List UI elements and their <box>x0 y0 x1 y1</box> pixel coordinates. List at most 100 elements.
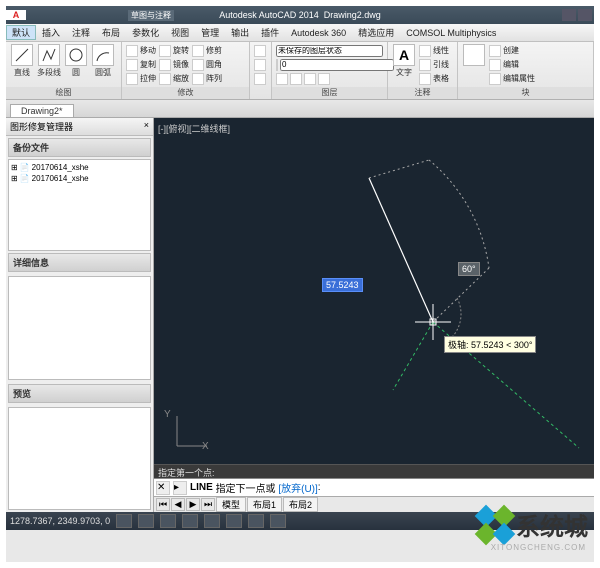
lineweight-icon[interactable] <box>254 73 266 85</box>
grid-toggle[interactable] <box>138 514 154 528</box>
qat-open-icon[interactable] <box>46 9 58 21</box>
linear-dim-tool[interactable]: 线性 <box>419 44 449 57</box>
command-name: LINE <box>190 482 213 493</box>
tab-nav-next[interactable]: ▶ <box>186 498 200 511</box>
quick-access-toolbar <box>30 9 122 21</box>
layer-tool-icon[interactable] <box>276 73 288 85</box>
layer-bulb-icon[interactable] <box>276 59 278 71</box>
file-icon: 📄 <box>20 163 30 172</box>
command-line[interactable]: ✕ ▸ LINE 指定下一点或 [放弃(U)] : <box>154 478 594 496</box>
axis-y-label: Y <box>164 409 171 420</box>
block-insert-tool[interactable] <box>462 44 486 66</box>
details-area <box>8 276 151 380</box>
line-tool[interactable]: 直线 <box>10 44 34 78</box>
tab-nav-first[interactable]: ⏮ <box>156 498 170 511</box>
snap-toggle[interactable] <box>116 514 132 528</box>
qat-print-icon[interactable] <box>110 9 122 21</box>
lwt-toggle[interactable] <box>270 514 286 528</box>
tab-manage[interactable]: 管理 <box>195 26 225 39</box>
tab-output[interactable]: 输出 <box>225 26 255 39</box>
layer-state-dropdown[interactable] <box>276 45 383 57</box>
tab-plugins[interactable]: 插件 <box>255 26 285 39</box>
model-layout-tabs: ⏮ ◀ ▶ ⏭ 模型 布局1 布局2 <box>154 496 594 512</box>
ribbon-tabs: 默认 插入 注释 布局 参数化 视图 管理 输出 插件 Autodesk 360… <box>6 24 594 42</box>
tab-nav-prev[interactable]: ◀ <box>171 498 185 511</box>
layer-tool2-icon[interactable] <box>290 73 302 85</box>
stretch-tool[interactable]: 拉伸 <box>126 72 156 85</box>
layer-tool3-icon[interactable] <box>304 73 316 85</box>
workspace-dropdown[interactable]: 草图与注释 <box>128 10 174 21</box>
text-tool[interactable]: A文字 <box>392 44 416 78</box>
ribbon-panel-props <box>250 42 272 99</box>
tab-insert[interactable]: 插入 <box>36 26 66 39</box>
copy-tool[interactable]: 复制 <box>126 58 156 71</box>
tree-node-file1[interactable]: ⊞📄20170614_xshe <box>11 162 148 173</box>
command-chevron-icon[interactable]: ▸ <box>173 481 187 495</box>
fillet-tool[interactable]: 圆角 <box>192 58 222 71</box>
trim-tool[interactable]: 修剪 <box>192 44 222 57</box>
tab-featured[interactable]: 精选应用 <box>352 26 400 39</box>
circle-tool[interactable]: 圆 <box>64 44 88 78</box>
panel-title-annot: 注释 <box>388 87 457 99</box>
command-option[interactable]: [放弃(U)] <box>278 480 317 495</box>
dynamic-distance-input[interactable]: 57.5243 <box>322 278 363 292</box>
linetype-icon[interactable] <box>254 59 266 71</box>
tab-view[interactable]: 视图 <box>165 26 195 39</box>
tab-layout[interactable]: 布局 <box>96 26 126 39</box>
tab-layout2[interactable]: 布局2 <box>283 497 318 512</box>
tab-a360[interactable]: Autodesk 360 <box>285 28 352 38</box>
qat-undo-icon[interactable] <box>78 9 90 21</box>
command-close-icon[interactable]: ✕ <box>156 481 170 495</box>
watermark-url: XITONGCHENG.COM <box>491 543 586 552</box>
maximize-button[interactable] <box>578 9 592 21</box>
minimize-button[interactable] <box>562 9 576 21</box>
block-create-tool[interactable]: 创建 <box>489 44 535 57</box>
title-bar: A 草图与注释 Autodesk AutoCAD 2014 Drawing2.d… <box>6 6 594 24</box>
move-tool[interactable]: 移动 <box>126 44 156 57</box>
file-icon: 📄 <box>20 174 30 183</box>
plus-icon: ⊞ <box>11 174 18 183</box>
ribbon: 直线 多段线 圆 圆弧 绘图 移动 复制 拉伸 旋转 镜像 缩放 <box>6 42 594 100</box>
dyn-toggle[interactable] <box>248 514 264 528</box>
drawing-canvas[interactable]: [-][俯视][二维线框] X <box>154 118 594 464</box>
leader-tool[interactable]: 引线 <box>419 58 449 71</box>
color-swatch-icon[interactable] <box>254 45 266 57</box>
panel-title-modify: 修改 <box>122 87 249 99</box>
block-editattr-tool[interactable]: 编辑属性 <box>489 72 535 85</box>
palette-close-icon[interactable]: × <box>144 120 149 133</box>
palette-section-preview[interactable]: 预览 <box>8 384 151 403</box>
polyline-tool[interactable]: 多段线 <box>37 44 61 78</box>
layer-dropdown[interactable] <box>280 59 394 71</box>
qat-redo-icon[interactable] <box>94 9 106 21</box>
osnap-toggle[interactable] <box>204 514 220 528</box>
tab-comsol[interactable]: COMSOL Multiphysics <box>400 28 502 38</box>
ortho-toggle[interactable] <box>160 514 176 528</box>
rotate-tool[interactable]: 旋转 <box>159 44 189 57</box>
command-text: 指定下一点或 <box>216 480 276 495</box>
layer-tool4-icon[interactable] <box>318 73 330 85</box>
arc-tool[interactable]: 圆弧 <box>91 44 115 78</box>
qat-save-icon[interactable] <box>62 9 74 21</box>
palette-section-backup[interactable]: 备份文件 <box>8 138 151 157</box>
array-tool[interactable]: 阵列 <box>192 72 222 85</box>
file-tab-drawing2[interactable]: Drawing2* <box>10 104 74 117</box>
tree-node-file2[interactable]: ⊞📄20170614_xshe <box>11 173 148 184</box>
tab-parametric[interactable]: 参数化 <box>126 26 165 39</box>
app-logo[interactable]: A <box>6 10 26 20</box>
qat-new-icon[interactable] <box>30 9 42 21</box>
palette-section-details[interactable]: 详细信息 <box>8 253 151 272</box>
tab-model[interactable]: 模型 <box>216 497 246 512</box>
mirror-tool[interactable]: 镜像 <box>159 58 189 71</box>
scale-tool[interactable]: 缩放 <box>159 72 189 85</box>
panel-title-draw: 绘图 <box>6 87 121 99</box>
tab-layout1[interactable]: 布局1 <box>247 497 282 512</box>
otrack-toggle[interactable] <box>226 514 242 528</box>
tab-annotate[interactable]: 注释 <box>66 26 96 39</box>
panel-title-block: 块 <box>458 87 593 99</box>
tab-nav-last[interactable]: ⏭ <box>201 498 215 511</box>
tab-default[interactable]: 默认 <box>6 25 36 40</box>
block-edit-tool[interactable]: 编辑 <box>489 58 535 71</box>
table-tool[interactable]: 表格 <box>419 72 449 85</box>
ribbon-panel-draw: 直线 多段线 圆 圆弧 绘图 <box>6 42 122 99</box>
polar-toggle[interactable] <box>182 514 198 528</box>
